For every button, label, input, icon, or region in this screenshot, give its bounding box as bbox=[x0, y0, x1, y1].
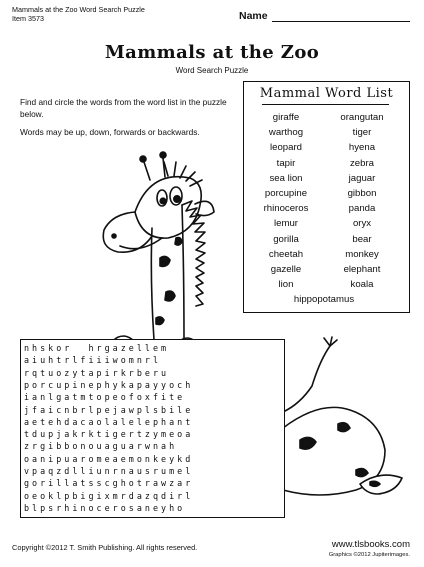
graphics-credit: Graphics ©2012 Jupiterimages. bbox=[328, 552, 410, 558]
grid-row: aetehdacaolalelephant bbox=[24, 416, 194, 427]
grid-row: zrgibbonouaguarwnah bbox=[24, 441, 178, 452]
grid-row: nhskor hrgazellem bbox=[24, 343, 170, 353]
grid-row: jfaicnbrlpejawplsbile bbox=[24, 404, 194, 415]
website-link[interactable]: www.tlsbooks.com bbox=[332, 539, 410, 550]
copyright-notice: Copyright ©2012 T. Smith Publishing. All… bbox=[12, 543, 198, 552]
grid-row: tdupjakrktigertzymeoa bbox=[24, 429, 194, 440]
grid-row: blpsrhinocerosaneyho bbox=[24, 502, 186, 513]
grid-row: ianlgatmtopeofoxfite bbox=[24, 392, 186, 403]
grid-row: gorillatsscghotrawzar bbox=[24, 478, 194, 489]
grid-row: vpaqzdlliunrnausrumel bbox=[24, 466, 194, 476]
grid-row: rqtuozytapirkrberu bbox=[24, 367, 170, 378]
grid-row: aiuhtrlfiiiwomnrl bbox=[24, 355, 162, 366]
grid-row: oeoklpbigixmrdazqdirl bbox=[24, 490, 194, 501]
grid-row: porcupinephykapayyoch bbox=[24, 379, 194, 390]
grid-row: oanipuaromeaemonkeykd bbox=[24, 453, 194, 464]
